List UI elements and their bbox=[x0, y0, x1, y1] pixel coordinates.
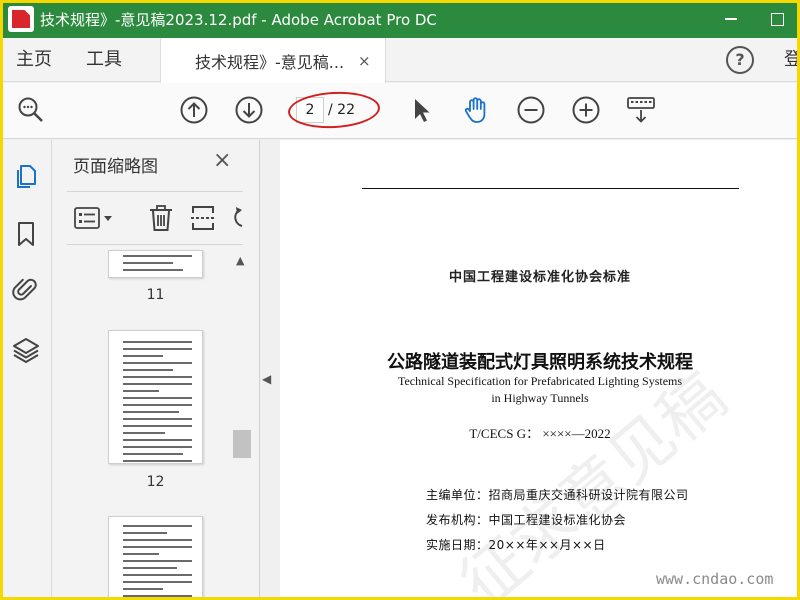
thumbnail-page-number: 11 bbox=[146, 287, 165, 303]
thumbnail-page-number: 12 bbox=[146, 474, 165, 490]
document-view[interactable]: 中国工程建设标准化协会标准 公路隧道装配式灯具照明系统技术规程 Technica… bbox=[280, 140, 800, 600]
keyboard-icon[interactable] bbox=[626, 95, 656, 125]
thumbnail-page[interactable] bbox=[108, 330, 203, 464]
close-pane-button[interactable]: × bbox=[213, 148, 231, 173]
scroll-up-arrow[interactable]: ▲ bbox=[236, 254, 244, 267]
document-tab-label: 技术规程》-意见稿... bbox=[195, 52, 345, 72]
layers-icon[interactable] bbox=[12, 336, 40, 364]
zoom-out-icon[interactable] bbox=[516, 95, 546, 125]
zoom-icon[interactable] bbox=[16, 95, 46, 125]
menu-tools[interactable]: 工具 bbox=[86, 38, 122, 82]
thumbnail-pane-title: 页面缩略图 bbox=[73, 157, 158, 177]
document-org: 中国工程建设标准化协会标准 bbox=[448, 270, 631, 285]
close-tab-button[interactable]: × bbox=[358, 52, 371, 70]
document-title-cn: 公路隧道装配式灯具照明系统技术规程 bbox=[387, 352, 693, 373]
left-rail bbox=[0, 140, 52, 600]
meta-label: 主编单位： bbox=[426, 488, 489, 502]
thumbnail-tools bbox=[67, 191, 243, 245]
sign-in-link[interactable]: 登 bbox=[784, 38, 800, 82]
attachment-icon[interactable] bbox=[12, 276, 40, 304]
pages-icon[interactable] bbox=[12, 162, 40, 190]
bookmark-icon[interactable] bbox=[12, 220, 40, 248]
zoom-in-icon[interactable] bbox=[571, 95, 601, 125]
tab-bar: 主页 工具 技术规程》-意见稿... × ? 登 bbox=[0, 38, 800, 83]
document-title-en-line1: Technical Specification for Prefabricate… bbox=[397, 374, 683, 388]
title-bar: 技术规程》-意见稿2023.12.pdf - Adobe Acrobat Pro… bbox=[0, 0, 800, 38]
page-down-icon[interactable] bbox=[234, 95, 264, 125]
maximize-button[interactable] bbox=[754, 0, 800, 38]
site-watermark: www.cndao.com bbox=[656, 570, 774, 588]
toolbar bbox=[0, 83, 800, 139]
thumbnail-scrollbar[interactable] bbox=[233, 250, 251, 600]
thumbnail-pane: 页面缩略图 × ▲ 11 12 bbox=[53, 140, 260, 600]
header-rule bbox=[362, 188, 739, 189]
help-button[interactable]: ? bbox=[726, 46, 754, 74]
acrobat-logo-icon bbox=[8, 6, 34, 32]
rotate-icon[interactable] bbox=[229, 204, 243, 232]
thumbnail-page[interactable] bbox=[108, 250, 203, 278]
hand-icon[interactable] bbox=[461, 95, 491, 125]
minimize-button[interactable] bbox=[708, 0, 754, 38]
collapse-pane-arrow[interactable]: ◀ bbox=[262, 372, 271, 386]
page-up-icon[interactable] bbox=[179, 95, 209, 125]
select-arrow-icon[interactable] bbox=[406, 95, 436, 125]
thumbnail-page[interactable] bbox=[108, 516, 203, 600]
window-title: 技术规程》-意见稿2023.12.pdf - Adobe Acrobat Pro… bbox=[40, 10, 437, 29]
options-menu-icon[interactable] bbox=[73, 206, 117, 232]
scrollbar-thumb[interactable] bbox=[233, 430, 251, 458]
extract-page-icon[interactable] bbox=[189, 204, 217, 232]
menu-home[interactable]: 主页 bbox=[16, 38, 52, 82]
trash-icon[interactable] bbox=[147, 204, 175, 232]
document-tab[interactable]: 技术规程》-意见稿... × bbox=[160, 38, 386, 83]
